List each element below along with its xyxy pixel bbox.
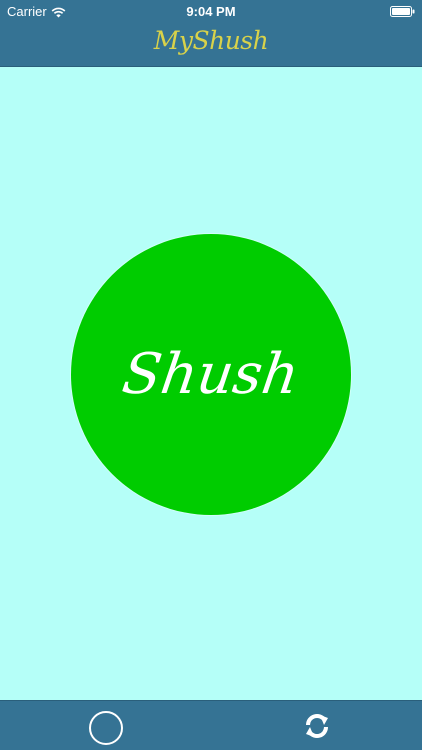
status-time: 9:04 PM <box>186 4 236 19</box>
app-title: MyShush <box>153 26 269 55</box>
app-screen: Carrier 9:04 PM MyShush Shush <box>0 0 422 750</box>
top-bar: Carrier 9:04 PM MyShush <box>0 0 422 67</box>
shush-button-label: Shush <box>118 342 304 407</box>
bottom-toolbar <box>0 700 422 750</box>
status-bar: Carrier 9:04 PM <box>0 0 422 22</box>
shush-button[interactable]: Shush <box>71 234 351 515</box>
battery-icon <box>390 6 415 17</box>
refresh-icon[interactable] <box>300 709 334 743</box>
circle-icon[interactable] <box>89 711 123 745</box>
